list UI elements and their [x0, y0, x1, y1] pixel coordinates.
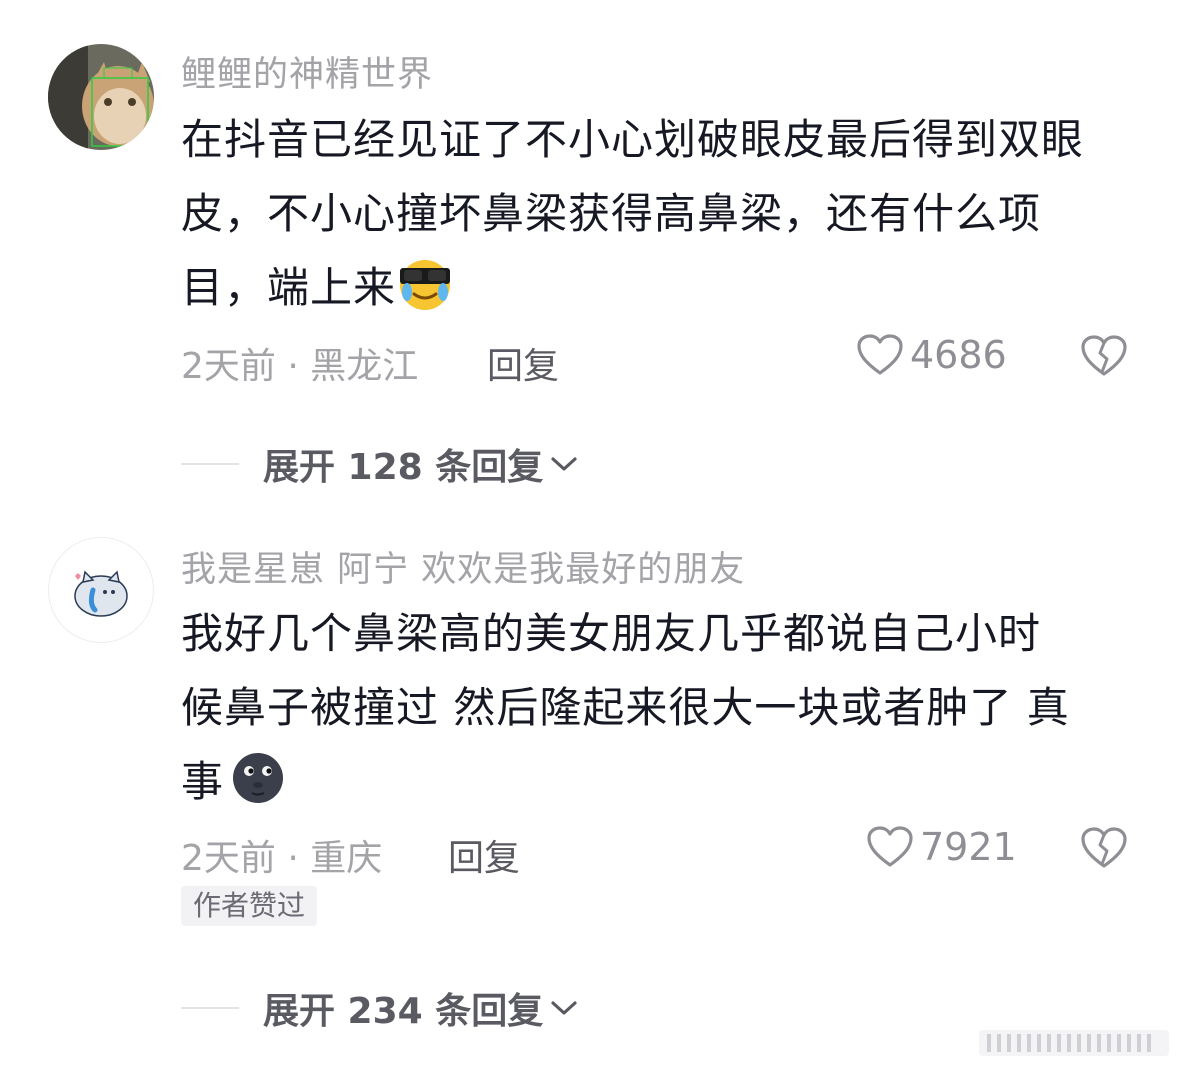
comment-meta: 2天前 · 重庆 — [181, 838, 383, 879]
divider-line — [181, 463, 239, 465]
comment-text-line: 我好几个鼻梁高的美女朋友几乎都说自己小时 — [181, 609, 1042, 658]
broken-heart-icon — [1081, 335, 1127, 376]
watermark-bars-icon — [979, 1030, 1169, 1056]
username[interactable]: 我是星崽 阿宁 欢欢是我最好的朋友 — [181, 541, 745, 592]
chevron-down-icon — [551, 457, 577, 471]
comment-text: 我好几个鼻梁高的美女朋友几乎都说自己小时 候鼻子被撞过 然后隆起来很大一块或者肿… — [181, 597, 1121, 819]
comment-meta: 2天前 · 黑龙江 — [181, 346, 419, 387]
reply-button[interactable]: 回复 — [448, 829, 520, 881]
comment-text-line-with-emoji: 事 — [181, 745, 1121, 819]
expand-replies-button[interactable]: 展开 128 条回复 — [181, 438, 579, 490]
avatar[interactable] — [48, 537, 154, 643]
author-liked-badge: 作者赞过 — [181, 886, 318, 926]
like-button[interactable]: 4686 — [856, 333, 1007, 377]
watermark-icon — [979, 1028, 1169, 1058]
like-count: 7921 — [920, 825, 1017, 869]
reply-button[interactable]: 回复 — [487, 337, 559, 389]
divider-line — [181, 1007, 239, 1009]
username[interactable]: 鲤鲤的神精世界 — [181, 46, 433, 97]
comment-text-line: 事 — [181, 757, 225, 806]
dislike-button[interactable] — [1080, 334, 1128, 382]
comment-text-line: 候鼻子被撞过 然后隆起来很大一块或者肿了 真 — [181, 683, 1070, 732]
comment-text: 在抖音已经见证了不小心划破眼皮最后得到双眼皮，不小心撞坏鼻梁获得高鼻梁，还有什么… — [181, 103, 1121, 325]
expand-replies-label: 展开 234 条回复 — [263, 991, 544, 1032]
like-count: 4686 — [910, 333, 1007, 377]
sunglasses-crying-emoji-icon — [400, 260, 451, 310]
cat-photo-avatar-icon — [48, 44, 154, 150]
comment-text-content: 在抖音已经见证了不小心划破眼皮最后得到双眼皮，不小心撞坏鼻梁获得高鼻梁，还有什么… — [181, 115, 1085, 312]
heart-outline-icon — [867, 826, 913, 867]
new-moon-face-emoji-icon — [233, 753, 284, 803]
broken-heart-icon — [1081, 827, 1127, 868]
avatar[interactable] — [48, 44, 154, 150]
like-button[interactable]: 7921 — [866, 825, 1017, 869]
dislike-button[interactable] — [1080, 826, 1128, 874]
chevron-down-icon — [551, 1001, 577, 1015]
cartoon-cat-avatar-icon — [49, 538, 152, 641]
heart-outline-icon — [857, 334, 903, 375]
expand-replies-label: 展开 128 条回复 — [263, 447, 544, 488]
expand-replies-button[interactable]: 展开 234 条回复 — [181, 982, 579, 1034]
